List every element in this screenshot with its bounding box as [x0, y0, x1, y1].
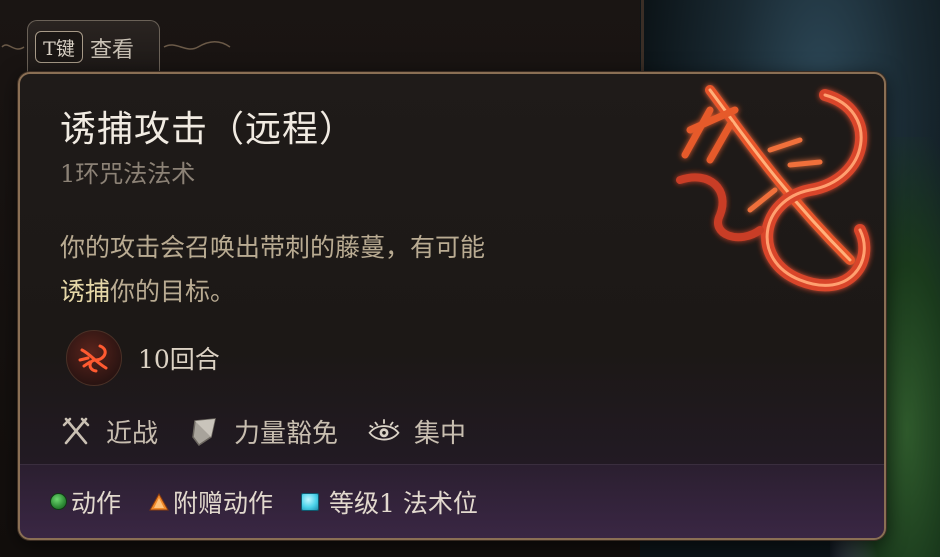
left-flourish-ornament	[1, 44, 25, 50]
cost-action: 动作	[50, 484, 121, 520]
examine-label: 查看	[90, 38, 135, 63]
spell-title: 诱捕攻击（远程）	[60, 109, 357, 150]
resource-cost-footer: 动作 附赠动作 等级1 法术位	[20, 464, 884, 538]
spell-tooltip: 诱捕攻击（远程） 1环咒法法术 你的攻击会召唤出带刺的藤蔓，有可能 诱捕你的目标…	[18, 72, 886, 540]
duration-row: 10回合	[66, 330, 220, 386]
concentration-eye-icon	[366, 413, 402, 449]
spell-level-school: 1环咒法法术	[60, 160, 196, 188]
action-green-dot-icon	[50, 493, 67, 510]
right-flourish-ornament	[163, 41, 231, 50]
spell-description: 你的攻击会召唤出带刺的藤蔓，有可能 诱捕你的目标。	[60, 226, 620, 314]
spell-slot-cyan-square-icon	[301, 492, 320, 511]
cost-spell-slot: 等级1 法术位	[301, 484, 478, 520]
description-text: 你的攻击会召唤出带刺的藤蔓，有可能	[60, 233, 486, 262]
ensnared-keyword[interactable]: 诱捕	[60, 277, 110, 306]
panel-divider	[641, 0, 644, 80]
property-concentration: 集中	[366, 413, 466, 450]
ensnaring-vine-icon	[66, 330, 122, 386]
strength-save-shield-icon	[186, 413, 222, 449]
examine-hint-tab[interactable]: T键 查看	[27, 20, 160, 76]
spell-properties: 近战 力量豁免 集中	[58, 408, 494, 454]
description-text-tail: 你的目标。	[110, 277, 236, 306]
cost-bonus-action: 附赠动作	[149, 484, 273, 520]
crossed-swords-icon	[58, 413, 94, 449]
property-strength-save: 力量豁免	[186, 413, 338, 450]
duration-text: 10回合	[138, 345, 220, 374]
ensnaring-strike-spell-icon	[676, 85, 871, 292]
t-key-badge: T键	[35, 31, 83, 63]
bonus-action-orange-triangle-icon	[149, 492, 169, 510]
property-melee: 近战	[58, 413, 158, 450]
